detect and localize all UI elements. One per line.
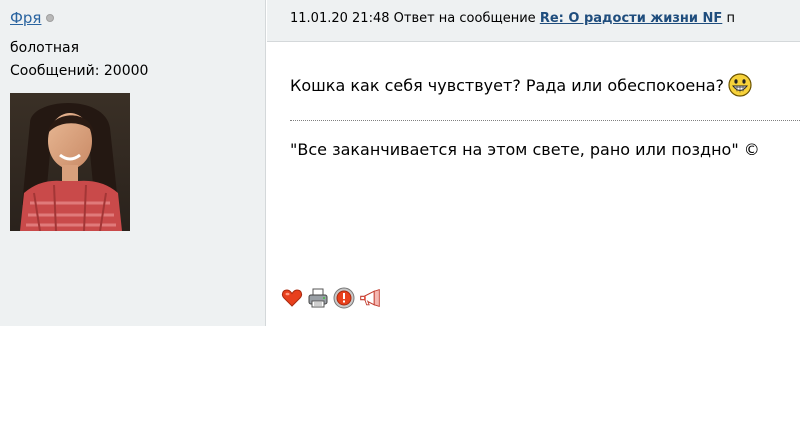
grin-smiley-icon: [728, 73, 752, 97]
header-trailing-text: п: [726, 11, 735, 26]
post-timestamp: 11.01.20 21:48: [290, 11, 390, 26]
post-content: Кошка как себя чувствует? Рада или обесп…: [267, 42, 800, 326]
author-rank: болотная: [10, 40, 80, 56]
author-posts-count: Сообщений: 20000: [10, 63, 148, 79]
printer-icon[interactable]: [307, 287, 329, 309]
post-header: 11.01.20 21:48 Ответ на сообщение Re: О …: [267, 0, 800, 42]
megaphone-icon[interactable]: [359, 287, 381, 309]
message-body: Кошка как себя чувствует? Рада или обесп…: [290, 76, 725, 95]
author-name-link[interactable]: Фря: [10, 9, 41, 27]
reply-to-link[interactable]: Re: О радости жизни NF: [540, 11, 723, 26]
author-sidebar: Фря болотная Сообщений: 20000: [0, 0, 266, 326]
avatar-image: [10, 93, 130, 231]
signature-separator: [290, 120, 800, 121]
reply-prefix: Ответ на сообщение: [393, 11, 536, 26]
heart-icon[interactable]: [281, 287, 303, 309]
author-row: Фря: [10, 9, 55, 27]
signature-text: "Все заканчивается на этом свете, рано и…: [290, 140, 760, 159]
message-text: Кошка как себя чувствует? Рада или обесп…: [290, 73, 752, 97]
warning-icon[interactable]: [333, 287, 355, 309]
post-header-line: 11.01.20 21:48 Ответ на сообщение Re: О …: [290, 11, 735, 26]
avatar[interactable]: [10, 93, 130, 231]
posts-count-value: 20000: [103, 63, 149, 79]
offline-status-icon: [46, 14, 55, 22]
forum-post: Фря болотная Сообщений: 20000 11.01.20 2…: [0, 0, 800, 326]
posts-count-label: Сообщений:: [10, 63, 100, 79]
